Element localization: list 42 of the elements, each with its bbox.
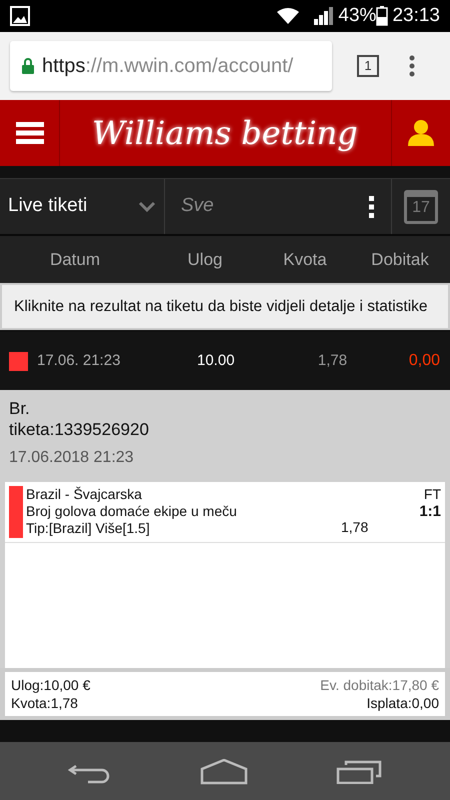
type-dropdown[interactable]: Live tiketi [0,179,165,234]
ticket-win: 0,00 [408,351,440,372]
chevron-down-icon [138,200,156,212]
potential-win: Ev. dobitak:17,80 € [320,676,439,694]
market-name: Broj golova domaće ekipe u meču [26,503,238,520]
status-dropdown[interactable]: Sve [165,179,392,234]
home-icon[interactable] [200,759,248,786]
ticket-datetime: 17.06.2018 21:23 [8,448,135,468]
calendar-button[interactable]: 17 [404,190,438,224]
lock-icon [22,58,34,74]
battery-icon [376,6,388,26]
ticket-date: 17.06. 21:23 [37,351,122,371]
ticket-number-label: Br. [9,398,31,420]
match-status: FT [422,486,441,504]
image-icon [10,6,30,26]
recent-apps-icon[interactable] [336,760,382,784]
clock: 23:13 [392,4,440,28]
menu-icon[interactable] [16,122,44,144]
column-header: Ulog [186,248,224,271]
odds-summary: Kvota:1,78 [11,694,79,712]
ticket-stake: 10.00 [197,351,236,371]
tab-count-button[interactable]: 1 [357,55,379,77]
info-notice: Kliknite na rezultat na tiketu da biste vidjeli detalje i statistike [0,283,450,330]
match-score: 1:1 [418,503,441,520]
user-icon[interactable] [407,119,435,147]
column-header: Dobitak [370,248,430,271]
event-odds: 1,78 [341,518,368,538]
stake-summary: Ulog:10,00 € [11,676,90,694]
more-icon[interactable] [409,55,415,77]
ticket-number: tiketa:1339526920 [9,419,150,440]
column-header: Kvota [282,248,328,271]
bet-tip: Tip:[Brazil] Više[1.5] [26,520,151,538]
payout: Isplata:0,00 [366,694,439,712]
battery-level: 43% [338,4,376,28]
ticket-odds: 1,78 [316,351,348,371]
signal-icon [312,7,334,25]
column-header: Datum [48,248,102,271]
url-text: https://m.wwin.com/account/ [42,54,294,79]
more-icon [369,196,375,218]
wifi-icon [276,7,300,25]
address-bar[interactable]: https://m.wwin.com/account/ [10,41,332,91]
match-name: Brazil - Švajcarska [26,486,143,504]
